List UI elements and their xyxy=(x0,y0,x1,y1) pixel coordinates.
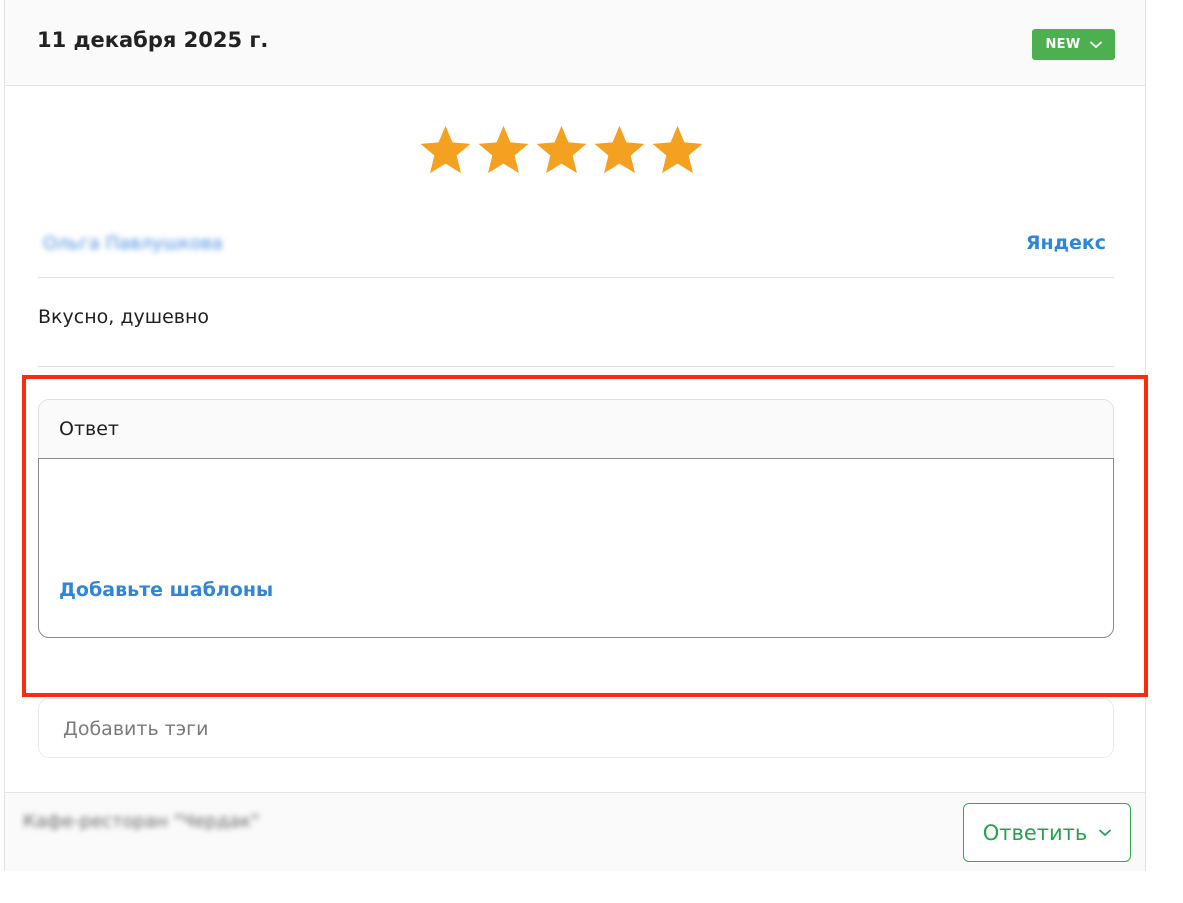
location-name: Кафе-ресторан "Чердак" xyxy=(23,811,260,832)
tags-input[interactable]: Добавить тэги xyxy=(38,698,1114,758)
review-header: 11 декабря 2025 г. NEW xyxy=(5,0,1145,86)
reply-panel: Ответ Добавьте шаблоны xyxy=(38,399,1114,638)
reply-textarea[interactable]: Добавьте шаблоны xyxy=(38,458,1114,638)
star-icon xyxy=(536,125,587,174)
status-badge[interactable]: NEW xyxy=(1032,29,1115,60)
chevron-down-icon xyxy=(1089,41,1102,48)
star-rating xyxy=(417,122,706,182)
reply-title: Ответ xyxy=(59,418,119,440)
reply-button[interactable]: Ответить xyxy=(963,803,1131,862)
review-text: Вкусно, душевно xyxy=(38,306,210,328)
divider xyxy=(38,277,1114,278)
reply-button-label: Ответить xyxy=(982,820,1088,845)
divider xyxy=(38,366,1114,367)
status-label: NEW xyxy=(1045,37,1081,52)
chevron-down-icon xyxy=(1099,829,1112,836)
review-footer: Кафе-ресторан "Чердак" Ответить xyxy=(5,792,1145,871)
source-link[interactable]: Яндекс xyxy=(1026,232,1106,254)
star-icon xyxy=(420,125,471,174)
star-icon xyxy=(478,125,529,174)
star-icon xyxy=(652,125,703,174)
tags-placeholder: Добавить тэги xyxy=(63,718,209,740)
review-date: 11 декабря 2025 г. xyxy=(37,28,269,52)
review-card: 11 декабря 2025 г. NEW Ольга Павлушкова … xyxy=(4,0,1146,871)
star-icon xyxy=(594,125,645,174)
add-templates-link[interactable]: Добавьте шаблоны xyxy=(59,579,273,601)
author-name[interactable]: Ольга Павлушкова xyxy=(43,233,223,254)
